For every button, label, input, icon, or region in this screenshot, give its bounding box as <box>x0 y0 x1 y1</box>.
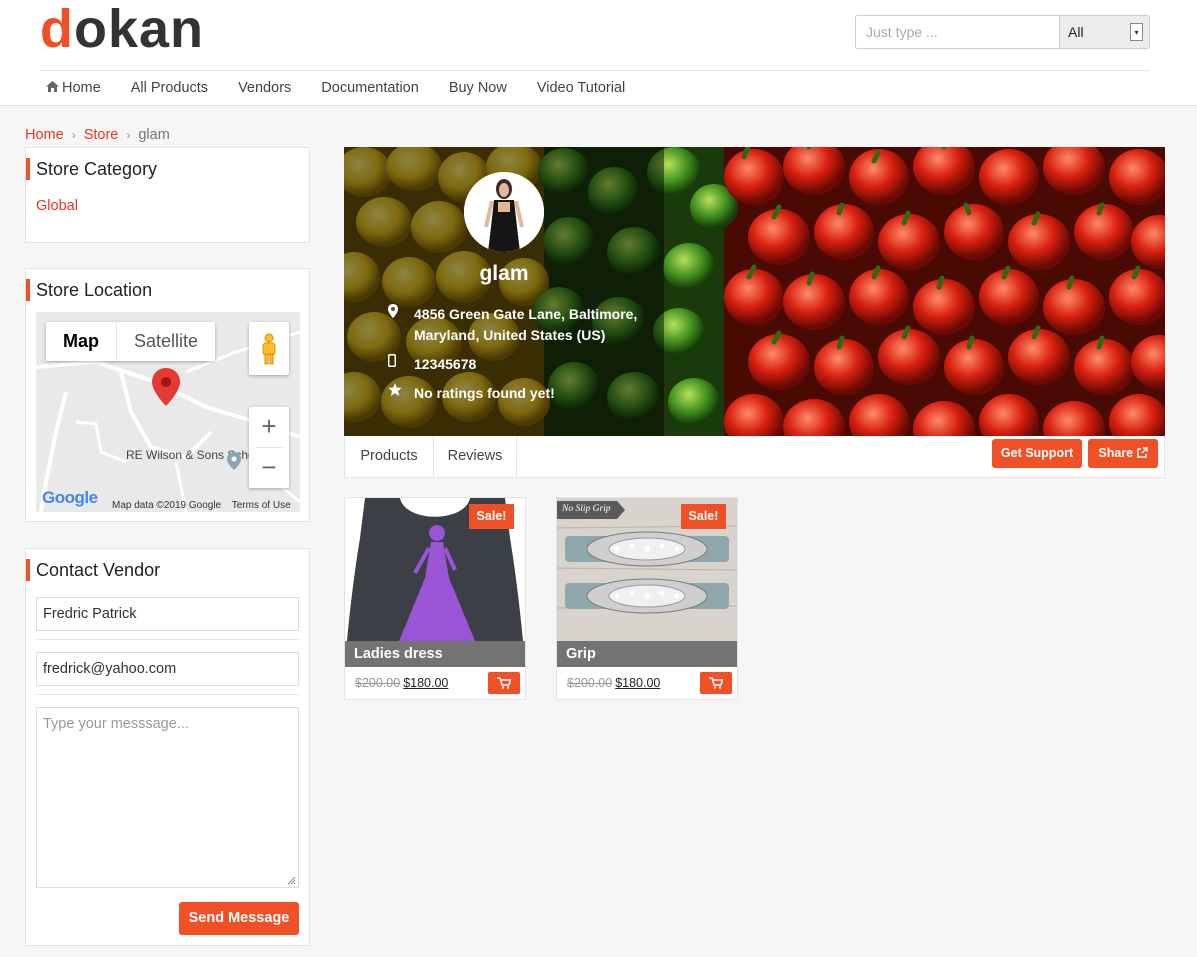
resize-handle-icon[interactable] <box>286 875 296 885</box>
home-icon <box>46 78 59 98</box>
shopping-cart-icon <box>497 677 511 689</box>
old-price: $200.00 <box>355 676 401 690</box>
store-location-widget: Store Location Map Satellite RE Wilson &… <box>25 268 310 522</box>
message-textarea[interactable]: Type your messsage... <box>36 707 299 888</box>
nav-buy-now[interactable]: Buy Now <box>449 78 507 98</box>
search-input[interactable] <box>856 16 1060 48</box>
store-address-row: 4856 Green Gate Lane, Baltimore, Marylan… <box>388 304 654 346</box>
product-price: $200.00 $180.00 <box>567 676 660 690</box>
tab-products[interactable]: Products <box>345 436 434 477</box>
category-link-global[interactable]: Global <box>36 198 78 214</box>
chevron-right-icon: › <box>126 128 131 142</box>
site-header: dokan All ▾ Home All Products Vendors Do… <box>0 0 1197 106</box>
category-select-value: All <box>1068 24 1084 40</box>
street-view-pegman-icon[interactable] <box>249 322 289 375</box>
store-banner: glam 4856 Green Gate Lane, Baltimore, Ma… <box>344 147 1165 436</box>
product-name[interactable]: Ladies dress <box>345 641 525 667</box>
send-message-button[interactable]: Send Message <box>179 902 299 935</box>
store-address: 4856 Green Gate Lane, Baltimore, Marylan… <box>414 306 638 343</box>
share-button[interactable]: Share <box>1088 439 1158 468</box>
map-data-text: Map data ©2019 Google <box>112 500 222 511</box>
category-select[interactable]: All ▾ <box>1060 16 1149 48</box>
store-rating-row: No ratings found yet! <box>388 383 654 404</box>
get-support-button[interactable]: Get Support <box>992 439 1082 468</box>
google-logo-letters: Google <box>42 488 98 507</box>
nav-documentation[interactable]: Documentation <box>321 78 419 98</box>
field-divider <box>36 639 299 640</box>
old-price: $200.00 <box>567 676 613 690</box>
add-to-cart-button[interactable] <box>700 672 732 694</box>
shopping-cart-icon <box>709 677 723 689</box>
widget-title: Store Location <box>26 279 152 301</box>
breadcrumb-store[interactable]: Store <box>84 127 119 143</box>
image-caption: No Slip Grip <box>562 504 611 514</box>
product-price: $200.00 $180.00 <box>355 676 448 690</box>
sale-badge: Sale! <box>469 504 514 529</box>
external-link-icon <box>1136 447 1148 458</box>
email-field[interactable]: fredrick@yahoo.com <box>36 652 299 686</box>
store-tabs: Products Reviews Get Support Share <box>344 436 1165 478</box>
store-profile-overlay: glam 4856 Green Gate Lane, Baltimore, Ma… <box>344 147 664 436</box>
chevron-down-icon[interactable]: ▾ <box>1130 23 1143 41</box>
store-avatar[interactable] <box>464 172 544 252</box>
map-attribution: Map data ©2019 Google Terms of Use <box>112 500 299 511</box>
dokan-logo[interactable]: dokan <box>40 0 204 58</box>
mobile-phone-icon <box>388 354 414 375</box>
product-name[interactable]: Grip <box>557 641 737 667</box>
zoom-control: + − <box>249 407 289 488</box>
nav-divider <box>40 70 1150 71</box>
nav-vendors[interactable]: Vendors <box>238 78 291 98</box>
search-bar: All ▾ <box>855 15 1150 49</box>
store-phone-row: 12345678 <box>388 354 654 375</box>
sale-badge: Sale! <box>681 504 726 529</box>
location-pin-icon[interactable] <box>152 368 180 411</box>
zoom-out-button[interactable]: − <box>249 448 289 488</box>
store-phone: 12345678 <box>414 356 477 372</box>
star-icon <box>388 383 414 404</box>
name-field[interactable]: Fredric Patrick <box>36 597 299 631</box>
chevron-right-icon: › <box>71 128 76 142</box>
widget-title: Contact Vendor <box>26 559 160 581</box>
nav-home-label: Home <box>62 80 101 96</box>
map-type-control: Map Satellite <box>46 322 216 361</box>
main-nav: Home All Products Vendors Documentation … <box>46 78 655 98</box>
place-marker-icon <box>227 452 241 473</box>
logo-text: okan <box>74 0 205 59</box>
store-rating: No ratings found yet! <box>414 385 555 401</box>
satellite-tab[interactable]: Satellite <box>117 322 215 361</box>
breadcrumb-home[interactable]: Home <box>25 127 64 143</box>
zoom-in-button[interactable]: + <box>249 407 289 447</box>
logo-accent-letter: d <box>40 0 74 59</box>
nav-video-tutorial[interactable]: Video Tutorial <box>537 78 625 98</box>
store-category-widget: Store Category Global <box>25 147 310 243</box>
tab-reviews[interactable]: Reviews <box>434 436 517 477</box>
add-to-cart-button[interactable] <box>488 672 520 694</box>
contact-vendor-widget: Contact Vendor Fredric Patrick fredrick@… <box>25 548 310 946</box>
google-logo: Google <box>42 488 98 508</box>
breadcrumb: Home › Store › glam <box>25 127 170 143</box>
product-card[interactable]: No Slip Grip Sale! Grip $200.00 $180.00 <box>556 497 738 700</box>
message-placeholder: Type your messsage... <box>43 716 189 732</box>
terms-of-use-link[interactable]: Terms of Use <box>232 500 291 511</box>
store-map[interactable]: Map Satellite RE Wilson & Sons School Bu… <box>36 312 300 512</box>
store-name: glam <box>479 262 529 285</box>
map-marker-icon <box>388 304 414 346</box>
product-card[interactable]: Sale! Ladies dress $200.00 $180.00 <box>344 497 526 700</box>
nav-all-products[interactable]: All Products <box>131 78 208 98</box>
share-label: Share <box>1098 446 1134 460</box>
sale-price: $180.00 <box>403 676 449 690</box>
field-divider <box>36 694 299 695</box>
widget-title: Store Category <box>26 158 157 180</box>
map-tab[interactable]: Map <box>46 322 117 361</box>
sale-price: $180.00 <box>615 676 661 690</box>
breadcrumb-current: glam <box>138 127 170 143</box>
nav-home[interactable]: Home <box>46 78 101 98</box>
